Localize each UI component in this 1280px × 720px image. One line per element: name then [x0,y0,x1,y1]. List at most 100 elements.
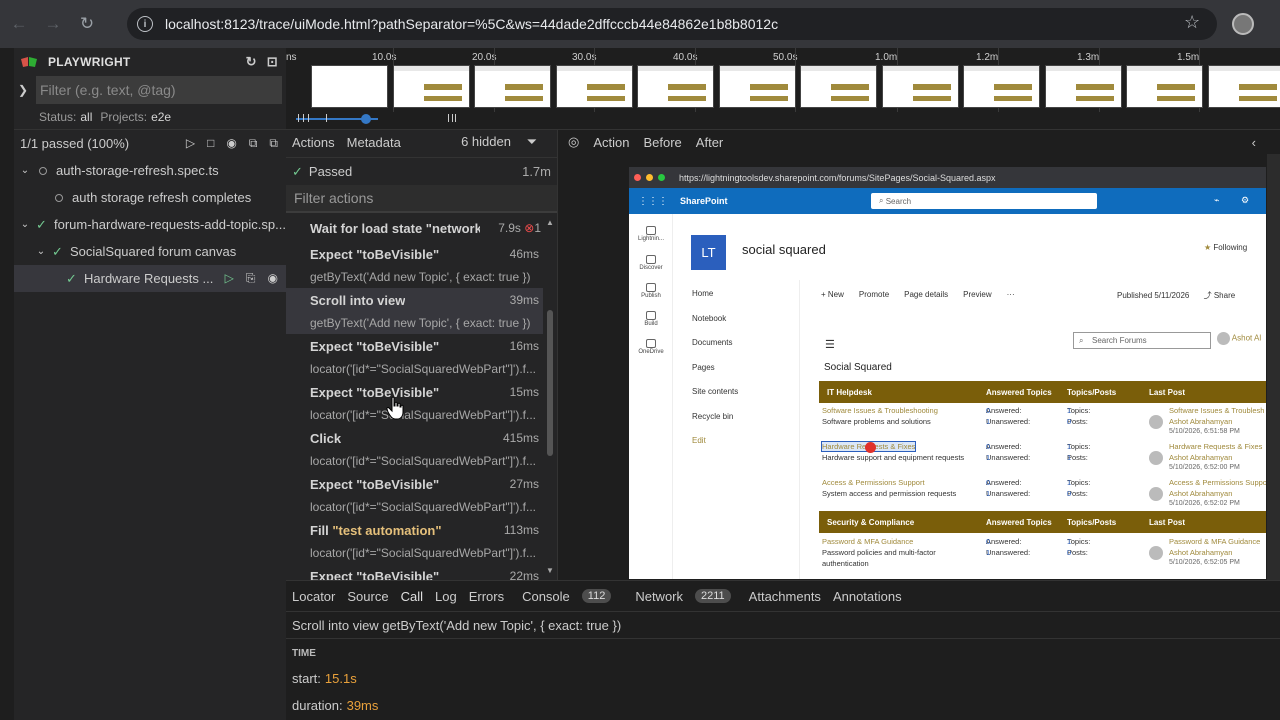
timeline-thumbnail[interactable] [556,65,633,108]
chevron-down-icon[interactable]: ⌄ [18,219,32,230]
timeline-thumbnail[interactable] [882,65,959,108]
nav-notebook[interactable]: Notebook [692,314,800,339]
rail-item-build[interactable]: Build [632,311,670,327]
tab-attachments[interactable]: Attachments [749,589,821,604]
last-post-link[interactable]: Password & MFA Guidance [1169,537,1260,546]
profile-avatar[interactable] [1232,13,1254,35]
site-info-icon[interactable]: i [137,16,153,32]
collapse-panel-icon[interactable]: ‹ [1252,135,1256,150]
action-item-selected[interactable]: Scroll into view 39ms getByText('Add new… [286,288,543,334]
forum-search-input[interactable]: ⌕ Search Forums [1073,332,1211,349]
tree-item-test-selected[interactable]: ✓ Hardware Requests ... ▷ ⎘ ◉ [14,265,286,292]
test-filter-input[interactable]: ❯ Filter (e.g. text, @tag) [18,76,282,104]
tab-network[interactable]: Network 2211 [629,589,736,604]
tree-item-suite[interactable]: ⌄ ✓ SocialSquared forum canvas [14,238,286,265]
tab-annotations[interactable]: Annotations [833,589,902,604]
tab-action[interactable]: Action [593,135,629,150]
forum-link[interactable]: Password & MFA Guidance [822,537,913,546]
open-source-icon[interactable]: ⎘ [246,271,256,286]
site-logo[interactable]: LT [691,235,726,270]
projects-value[interactable]: e2e [151,110,171,124]
nav-site-contents[interactable]: Site contents [692,387,800,412]
expand-all-icon[interactable]: ⧉ [269,136,278,151]
status-value[interactable]: all [80,110,92,124]
action-item[interactable]: Expect "toBeVisible" 16ms locator('[id*=… [286,334,543,380]
site-name[interactable]: social squared [742,242,826,257]
action-item[interactable]: Expect "toBeVisible" 15ms locator('[id*=… [286,380,543,426]
last-post-user[interactable]: Ashot Abrahamyan [1169,417,1232,426]
last-post-link[interactable]: Hardware Requests & Fixes [1169,442,1262,451]
timeline-thumbnail[interactable] [393,65,470,108]
last-post-user[interactable]: Ashot Abrahamyan [1169,453,1232,462]
timeline-thumbnail[interactable] [1208,65,1280,108]
tab-call[interactable]: Call [401,589,423,604]
forward-icon[interactable]: → [38,9,68,39]
promote-button[interactable]: Promote [859,290,889,299]
action-item[interactable]: Fill "test automation" 113ms locator('[i… [286,518,543,564]
chevron-down-icon[interactable]: ⌄ [18,165,32,176]
sharepoint-search[interactable]: ⌕ Search [871,193,1097,209]
back-icon[interactable]: ← [4,9,34,39]
page-details-button[interactable]: Page details [904,290,948,299]
watch-icon[interactable]: ◉ [226,136,236,151]
scrollbar-thumb[interactable] [547,310,553,456]
megaphone-icon[interactable]: ⌁ [1214,195,1219,206]
tab-errors[interactable]: Errors [469,589,504,604]
watch-icon[interactable]: ◉ [268,271,278,286]
current-user[interactable]: Ashot Al [1217,332,1261,345]
tree-item-file[interactable]: ⌄ ✓ forum-hardware-requests-add-topic.sp… [14,211,286,238]
action-list-scrollbar[interactable]: ▲ ▼ [546,216,554,580]
tab-before[interactable]: Before [643,135,681,150]
forum-link[interactable]: Access & Permissions Support [822,478,925,487]
tab-after[interactable]: After [696,135,723,150]
timeline-thumbnail[interactable] [637,65,714,108]
more-options-icon[interactable]: ··· [1007,290,1015,299]
rail-item-home[interactable]: Lightnin... [632,226,670,242]
bookmark-star-icon[interactable]: ☆ [1184,12,1200,33]
reload-icon[interactable]: ↻ [72,9,102,39]
scroll-down-icon[interactable]: ▼ [546,566,554,575]
terminal-icon[interactable]: ⊡ [267,54,278,70]
pick-locator-icon[interactable]: ◎ [568,134,579,150]
scroll-up-icon[interactable]: ▲ [546,218,554,227]
last-post-link[interactable]: Software Issues & Troublesh [1169,406,1264,415]
tree-item-test[interactable]: auth storage refresh completes [14,184,286,211]
action-item[interactable]: Expect "toBeVisible" 22ms [286,564,543,580]
action-item[interactable]: Wait for load state "networki... 7.9s ⊗1 [286,216,543,242]
timeline-thumbnail[interactable] [474,65,551,108]
timeline[interactable]: ns 10.0s 20.0s 30.0s 40.0s 50.0s 1.0m 1.… [286,48,1280,130]
tab-actions[interactable]: Actions [292,135,335,150]
tree-item-file[interactable]: ⌄ auth-storage-refresh.spec.ts [14,157,286,184]
hamburger-menu-icon[interactable]: ☰ [825,338,835,351]
timeline-thumbnail[interactable] [963,65,1040,108]
url-text[interactable]: localhost:8123/trace/uiMode.html?pathSep… [165,16,778,32]
timeline-thumbnail[interactable] [1126,65,1203,108]
forum-link[interactable]: Software Issues & Troubleshooting [822,406,938,415]
last-post-user[interactable]: Ashot Abrahamyan [1169,548,1232,557]
filter-actions-input[interactable]: Filter actions [286,185,557,213]
filter-funnel-icon[interactable]: ⏷ [527,134,537,149]
timeline-playhead[interactable] [361,114,371,124]
follow-button[interactable]: ★ Following [1204,243,1247,252]
nav-recycle-bin[interactable]: Recycle bin [692,412,800,437]
chevron-down-icon[interactable]: ⌄ [34,246,48,257]
app-launcher-icon[interactable]: ⋮⋮⋮ [638,196,668,207]
nav-edit[interactable]: Edit [692,436,800,461]
nav-documents[interactable]: Documents [692,338,800,363]
tab-console[interactable]: Console 112 [516,589,617,604]
timeline-thumbnail[interactable] [1045,65,1122,108]
run-test-icon[interactable]: ▷ [225,271,234,286]
last-post-user[interactable]: Ashot Abrahamyan [1169,489,1232,498]
rail-item-publish[interactable]: Publish [632,283,670,299]
last-post-link[interactable]: Access & Permissions Suppo [1169,478,1266,487]
timeline-thumbnail[interactable] [311,65,388,108]
new-button[interactable]: + New [821,290,844,299]
timeline-thumbnail[interactable] [719,65,796,108]
collapse-all-icon[interactable]: ⧉ [249,136,258,151]
action-item[interactable]: Click 415ms locator('[id*="SocialSquared… [286,426,543,472]
timeline-thumbnail[interactable] [800,65,877,108]
tab-locator[interactable]: Locator [292,589,335,604]
action-item[interactable]: Expect "toBeVisible" 46ms getByText('Add… [286,242,543,288]
address-bar[interactable]: i localhost:8123/trace/uiMode.html?pathS… [127,8,1217,40]
action-list[interactable]: Wait for load state "networki... 7.9s ⊗1… [286,216,543,580]
